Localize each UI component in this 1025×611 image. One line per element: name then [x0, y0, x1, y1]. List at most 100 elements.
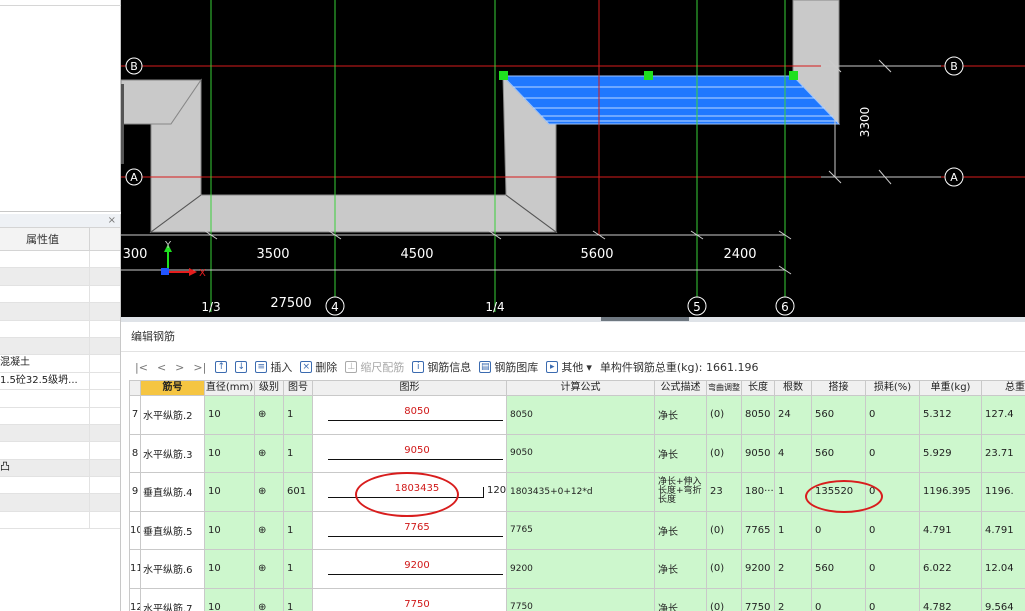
total-weight-cell[interactable]: 127.4	[981, 395, 1025, 435]
lap-cell[interactable]: 560	[811, 395, 866, 435]
table-row[interactable]: 9 垂直纵筋.4 10 ⊕ 601 1803435 120 1803435+0+12*d 净长+…	[129, 472, 1025, 512]
grip-handle[interactable]	[499, 71, 508, 80]
grade-cell[interactable]: ⊕	[254, 472, 284, 512]
loss-cell[interactable]: 0	[865, 395, 920, 435]
diameter-cell[interactable]: 10	[204, 395, 255, 435]
grade-cell[interactable]: ⊕	[254, 433, 284, 473]
close-icon[interactable]: ×	[108, 214, 116, 228]
property-row[interactable]	[0, 477, 120, 495]
length-cell[interactable]: 9200	[741, 549, 775, 589]
diameter-cell[interactable]: 10	[204, 549, 255, 589]
row-number[interactable]: 10	[129, 510, 141, 550]
col-header-total-weight[interactable]: 总重	[981, 380, 1025, 396]
last-record-button[interactable]: >|	[193, 361, 206, 374]
col-header-length[interactable]: 长度	[741, 380, 775, 396]
property-row[interactable]	[0, 303, 120, 321]
bar-id-cell[interactable]: 水平纵筋.2	[140, 395, 205, 435]
diameter-cell[interactable]: 10	[204, 587, 255, 611]
formula-cell[interactable]: 1803435+0+12*d	[506, 472, 655, 512]
table-row[interactable]: 10垂直纵筋.510⊕177657765净长(0)77651004.7914.7…	[129, 510, 1025, 550]
row-number[interactable]: 12	[129, 587, 141, 611]
figure-no-cell[interactable]: 1	[283, 395, 313, 435]
shape-cell[interactable]: 8050	[312, 395, 507, 435]
bend-adjust-cell[interactable]: 23	[706, 472, 742, 512]
grip-handle[interactable]	[789, 71, 798, 80]
property-row[interactable]	[0, 251, 120, 269]
bend-adjust-cell[interactable]: (0)	[706, 510, 742, 550]
count-cell[interactable]: 24	[774, 395, 812, 435]
count-cell[interactable]: 4	[774, 433, 812, 473]
table-row[interactable]: 11水平纵筋.610⊕192009200净长(0)9200256006.0221…	[129, 549, 1025, 589]
bend-adjust-cell[interactable]: (0)	[706, 395, 742, 435]
grade-cell[interactable]: ⊕	[254, 549, 284, 589]
slab-selected[interactable]	[501, 75, 841, 125]
loss-cell[interactable]: 0	[865, 549, 920, 589]
bar-id-cell[interactable]: 水平纵筋.3	[140, 433, 205, 473]
total-weight-cell[interactable]: 12.04	[981, 549, 1025, 589]
formula-cell[interactable]: 9200	[506, 549, 655, 589]
col-header-formula[interactable]: 计算公式	[506, 380, 655, 396]
lap-cell[interactable]: 560	[811, 549, 866, 589]
diameter-cell[interactable]: 10	[204, 510, 255, 550]
formula-desc-cell[interactable]: 净长	[654, 510, 707, 550]
diameter-cell[interactable]: 10	[204, 472, 255, 512]
figure-no-cell[interactable]: 1	[283, 587, 313, 611]
formula-cell[interactable]: 8050	[506, 395, 655, 435]
first-record-button[interactable]: |<	[135, 361, 148, 374]
property-row[interactable]	[0, 337, 120, 356]
loss-cell[interactable]: 0	[865, 433, 920, 473]
figure-no-cell[interactable]: 1	[283, 433, 313, 473]
col-header-bar-id[interactable]: 筋号	[140, 380, 205, 396]
length-cell[interactable]: 8050	[741, 395, 775, 435]
col-header-bend-adjust[interactable]: 弯曲调整	[706, 380, 742, 396]
unit-weight-cell[interactable]: 1196.395	[919, 472, 982, 512]
unit-weight-cell[interactable]: 4.791	[919, 510, 982, 550]
property-row[interactable]: 凸	[0, 459, 120, 478]
col-header-loss[interactable]: 损耗(%)	[865, 380, 920, 396]
move-down-button[interactable]: ↓	[235, 361, 248, 373]
cad-drawing[interactable]: B A B A 3300 300 3500 4500 5600 2400 275…	[121, 0, 1025, 317]
property-row[interactable]	[0, 424, 120, 443]
grade-cell[interactable]: ⊕	[254, 587, 284, 611]
formula-cell[interactable]: 7765	[506, 510, 655, 550]
lap-cell[interactable]: 560	[811, 433, 866, 473]
cad-canvas[interactable]: B A B A 3300 300 3500 4500 5600 2400 275…	[121, 0, 1025, 317]
col-header-unit-weight[interactable]: 单重(kg)	[919, 380, 982, 396]
figure-no-cell[interactable]: 1	[283, 510, 313, 550]
bend-adjust-cell[interactable]: (0)	[706, 549, 742, 589]
table-row[interactable]: 12水平纵筋.710⊕177507750净长(0)77502004.7829.5…	[129, 587, 1025, 611]
formula-cell[interactable]: 9050	[506, 433, 655, 473]
shape-cell[interactable]: 9050	[312, 433, 507, 473]
formula-desc-cell[interactable]: 净长+伸入长度+弯折长度	[654, 472, 707, 512]
total-weight-cell[interactable]: 1196.	[981, 472, 1025, 512]
property-row[interactable]: 混凝土	[0, 355, 120, 373]
next-record-button[interactable]: >	[175, 361, 184, 374]
col-header-diameter[interactable]: 直径(mm)	[204, 380, 255, 396]
property-row[interactable]: 1.5砼32.5级坍...	[0, 372, 120, 391]
grade-cell[interactable]: ⊕	[254, 395, 284, 435]
row-number[interactable]: 8	[129, 433, 141, 473]
loss-cell[interactable]: 0	[865, 587, 920, 611]
grip-handle[interactable]	[644, 71, 653, 80]
formula-desc-cell[interactable]: 净长	[654, 549, 707, 589]
rebar-info-button[interactable]: i 钢筋信息	[412, 359, 471, 375]
property-row[interactable]	[0, 407, 120, 425]
other-menu-button[interactable]: ▸ 其他 ▾	[546, 359, 592, 375]
loss-cell[interactable]: 0	[865, 510, 920, 550]
bar-id-cell[interactable]: 垂直纵筋.5	[140, 510, 205, 550]
splitter-grip[interactable]	[601, 317, 689, 321]
col-header-formula-desc[interactable]: 公式描述	[654, 380, 707, 396]
property-row[interactable]	[0, 511, 120, 530]
shape-cell[interactable]: 7750	[312, 587, 507, 611]
col-header-grade[interactable]: 级别	[254, 380, 284, 396]
rebar-library-button[interactable]: ▤ 钢筋图库	[479, 359, 538, 375]
bend-adjust-cell[interactable]: (0)	[706, 433, 742, 473]
length-cell[interactable]: 9050	[741, 433, 775, 473]
ruler-rebar-button[interactable]: ⊥ 缩尺配筋	[345, 359, 404, 375]
unit-weight-cell[interactable]: 5.312	[919, 395, 982, 435]
total-weight-cell[interactable]: 4.791	[981, 510, 1025, 550]
property-row[interactable]	[0, 268, 120, 286]
formula-desc-cell[interactable]: 净长	[654, 587, 707, 611]
unit-weight-cell[interactable]: 6.022	[919, 549, 982, 589]
grade-cell[interactable]: ⊕	[254, 510, 284, 550]
